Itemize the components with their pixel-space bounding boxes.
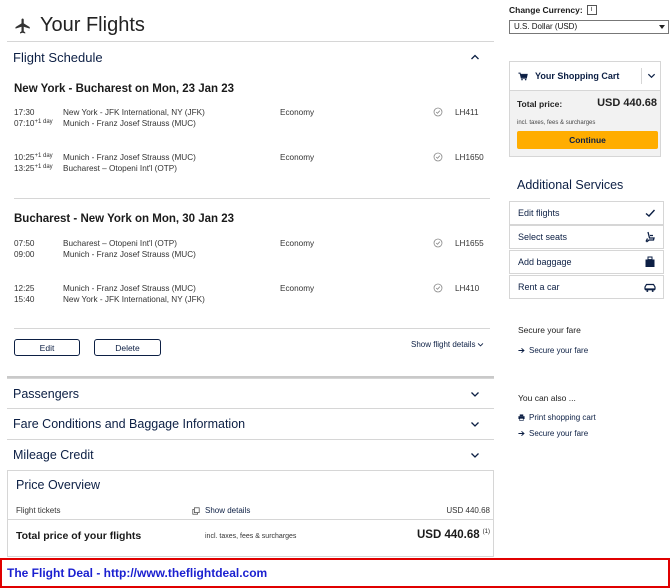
flight-info-icon[interactable] xyxy=(433,107,443,117)
print-shopping-cart-label: Print shopping cart xyxy=(529,413,596,422)
segment-airports: Munich - Franz Josef Strauss (MUC) Bucha… xyxy=(63,153,196,173)
segment-times: 10:25+1 day 13:25+1 day xyxy=(14,153,53,173)
car-icon xyxy=(644,283,656,292)
shopping-cart: Your Shopping Cart Total price: USD 440.… xyxy=(509,61,661,157)
show-price-details-link[interactable]: Show details xyxy=(192,506,250,515)
segment-airports: New York - JFK International, NY (JFK) M… xyxy=(63,108,205,128)
cart-total-note: incl. taxes, fees & surcharges xyxy=(517,120,596,126)
shopping-cart-header[interactable]: Your Shopping Cart xyxy=(510,62,660,90)
segment-flight-number: LH410 xyxy=(455,284,480,293)
segment-cabin: Economy xyxy=(280,239,315,248)
seat-icon xyxy=(645,231,655,243)
total-price-note: incl. taxes, fees & surcharges xyxy=(205,533,297,540)
service-label: Rent a car xyxy=(518,282,560,292)
cart-total-label: Total price: xyxy=(517,99,563,109)
chevron-down-icon xyxy=(478,343,484,347)
cart-summary: Total price: USD 440.68 incl. taxes, fee… xyxy=(510,90,660,156)
divider xyxy=(14,198,490,199)
chevron-down-icon[interactable] xyxy=(470,419,480,429)
continue-button[interactable]: Continue xyxy=(517,131,658,149)
service-label: Add baggage xyxy=(518,257,572,267)
footer-text[interactable]: The Flight Deal - http://www.theflightde… xyxy=(7,566,267,580)
flight-info-icon[interactable] xyxy=(433,152,443,162)
segment-flight-number: LH1655 xyxy=(455,239,484,248)
divider xyxy=(8,519,493,520)
additional-services-title: Additional Services xyxy=(517,178,624,192)
show-price-details-label: Show details xyxy=(205,506,251,515)
edit-button[interactable]: Edit xyxy=(14,339,80,356)
chevron-down-icon[interactable] xyxy=(470,389,480,399)
price-overview: Price Overview Flight tickets Show detai… xyxy=(7,470,494,557)
segment-times: 12:25 15:40 xyxy=(14,284,35,304)
page-title: Your Flights xyxy=(14,14,145,37)
segment-times: 07:50 09:00 xyxy=(14,239,35,259)
service-rent-a-car[interactable]: Rent a car xyxy=(509,275,664,299)
segment-cabin: Economy xyxy=(280,108,315,117)
outbound-route-title: New York - Bucharest on Mon, 23 Jan 23 xyxy=(14,83,235,95)
service-add-baggage[interactable]: Add baggage xyxy=(509,250,664,274)
you-can-also-heading: You can also ... xyxy=(518,393,576,403)
chevron-down-icon[interactable] xyxy=(470,450,480,460)
arrow-right-icon xyxy=(518,347,525,354)
fare-conditions-section-header[interactable]: Fare Conditions and Baggage Information xyxy=(7,408,494,438)
flight-schedule-title: Flight Schedule xyxy=(13,49,103,65)
arrow-right-icon xyxy=(518,430,525,437)
flight-tickets-label: Flight tickets xyxy=(16,506,61,515)
baggage-icon xyxy=(645,256,655,267)
service-label: Select seats xyxy=(518,232,568,242)
segment-airports: Bucharest – Otopeni Int'l (OTP) Munich -… xyxy=(63,239,196,259)
service-edit-flights[interactable]: Edit flights xyxy=(509,201,664,225)
show-flight-details-label: Show flight details xyxy=(411,340,476,349)
fare-conditions-title: Fare Conditions and Baggage Information xyxy=(13,416,246,431)
mileage-credit-section-header[interactable]: Mileage Credit xyxy=(7,439,494,469)
page-title-text: Your Flights xyxy=(40,14,145,36)
flight-info-icon[interactable] xyxy=(433,238,443,248)
chevron-up-icon[interactable] xyxy=(470,52,480,62)
inbound-route-title: Bucharest - New York on Mon, 30 Jan 23 xyxy=(14,213,235,225)
divider xyxy=(641,68,642,84)
total-price-label: Total price of your flights xyxy=(16,530,142,542)
cart-total-value: USD 440.68 xyxy=(597,97,657,109)
segment-cabin: Economy xyxy=(280,153,315,162)
airplane-icon xyxy=(15,18,30,33)
mileage-credit-title: Mileage Credit xyxy=(13,447,94,462)
delete-button[interactable]: Delete xyxy=(94,339,161,356)
change-currency-label: Change Currency: i xyxy=(509,5,597,15)
secure-fare-link-2-label: Secure your fare xyxy=(529,429,589,438)
printer-icon xyxy=(518,414,525,421)
currency-select[interactable]: U.S. Dollar (USD) xyxy=(509,20,669,34)
price-overview-title: Price Overview xyxy=(16,478,101,492)
secure-fare-heading: Secure your fare xyxy=(518,325,581,335)
segment-times: 17:30 07:10+1 day xyxy=(14,108,53,128)
secure-fare-link-label: Secure your fare xyxy=(529,346,589,355)
segment-flight-number: LH1650 xyxy=(455,153,484,162)
passengers-title: Passengers xyxy=(13,386,80,401)
chevron-down-icon[interactable] xyxy=(647,71,656,80)
service-label: Edit flights xyxy=(518,208,560,218)
dropdown-arrow-icon xyxy=(659,25,665,29)
segment-cabin: Economy xyxy=(280,284,315,293)
print-shopping-cart-link[interactable]: Print shopping cart xyxy=(518,413,596,422)
divider xyxy=(14,328,490,329)
info-icon[interactable]: i xyxy=(586,5,597,15)
service-select-seats[interactable]: Select seats xyxy=(509,225,664,249)
flight-deal-footer-banner: The Flight Deal - http://www.theflightde… xyxy=(0,558,670,588)
shopping-cart-title: Your Shopping Cart xyxy=(535,71,620,81)
passengers-section-header[interactable]: Passengers xyxy=(7,378,494,408)
flight-info-icon[interactable] xyxy=(433,283,443,293)
secure-fare-link[interactable]: Secure your fare xyxy=(518,346,588,355)
flight-schedule-header[interactable]: Flight Schedule xyxy=(7,42,494,72)
flight-tickets-value: USD 440.68 xyxy=(446,506,490,515)
check-icon xyxy=(645,209,656,217)
cart-icon xyxy=(518,72,528,80)
segment-flight-number: LH411 xyxy=(455,108,479,117)
segment-airports: Munich - Franz Josef Strauss (MUC) New Y… xyxy=(63,284,205,304)
show-flight-details-link[interactable]: Show flight details xyxy=(411,340,484,349)
total-price-value: USD 440.68 (1) xyxy=(417,529,490,541)
external-window-icon xyxy=(192,506,200,515)
divider xyxy=(8,470,493,471)
secure-fare-link-2[interactable]: Secure your fare xyxy=(518,429,588,438)
